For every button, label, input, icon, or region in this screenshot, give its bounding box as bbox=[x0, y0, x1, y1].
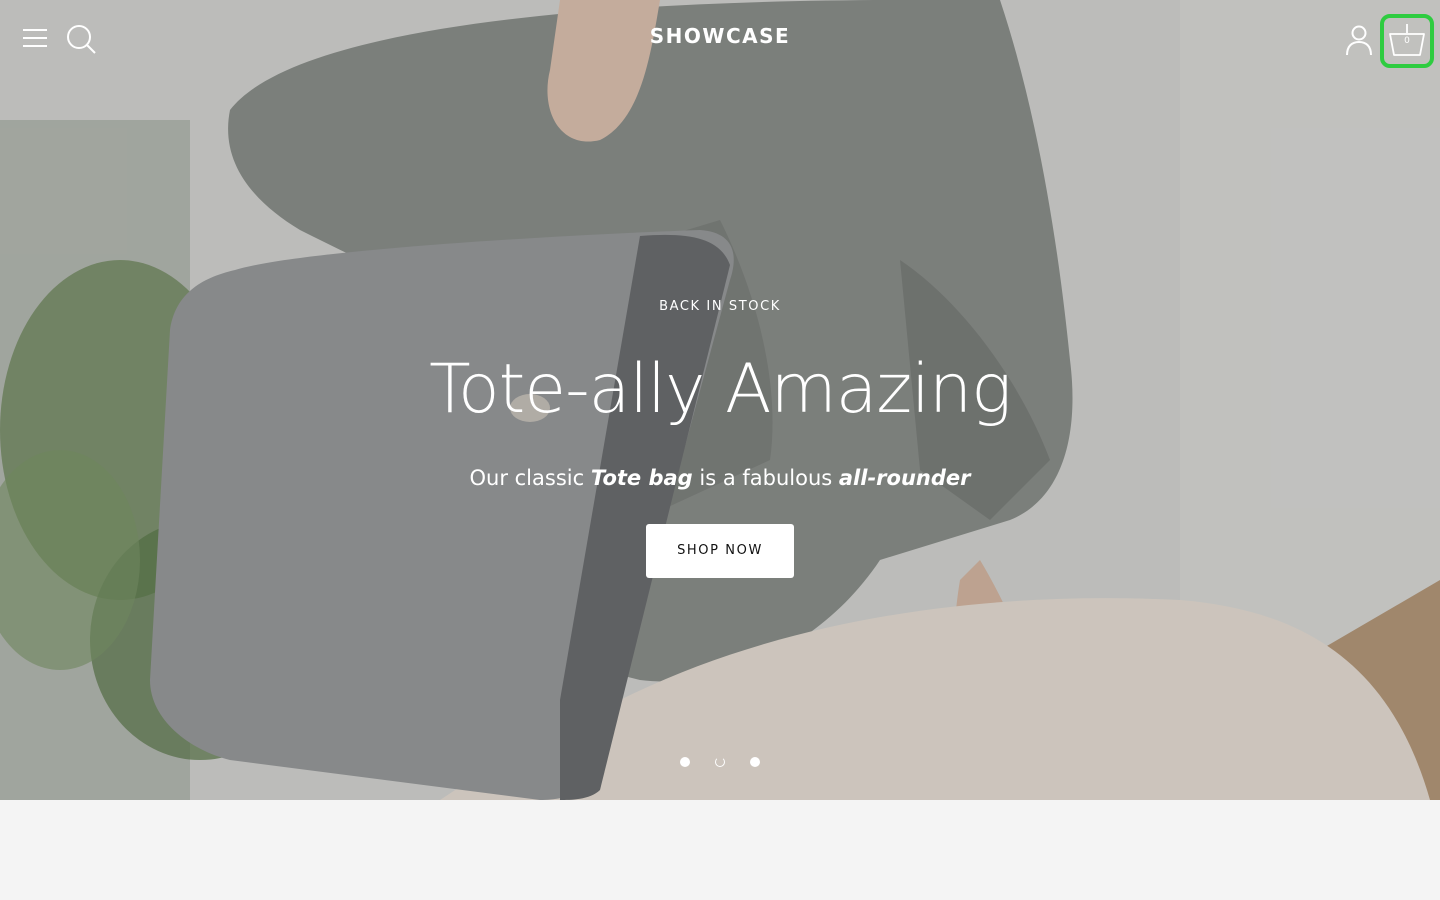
subline-text-2: is a fabulous bbox=[692, 466, 839, 490]
site-header: SHOWCASE 0 bbox=[0, 0, 1440, 80]
slide-dot-3[interactable] bbox=[750, 757, 760, 767]
search-icon bbox=[67, 25, 96, 54]
hero-eyebrow: BACK IN STOCK bbox=[659, 299, 781, 314]
subline-emphasis-2: all-rounder bbox=[838, 466, 971, 490]
subline-text-1: Our classic bbox=[469, 466, 591, 490]
slide-dot-1[interactable] bbox=[680, 757, 690, 767]
hero-headline: Tote-ally Amazing bbox=[429, 350, 1012, 429]
slide-dot-2-active[interactable] bbox=[715, 757, 725, 767]
site-logo[interactable]: SHOWCASE bbox=[570, 24, 870, 48]
search-button[interactable] bbox=[62, 20, 100, 58]
hero-content: BACK IN STOCK Tote-ally Amazing Our clas… bbox=[320, 296, 1120, 578]
user-account-icon bbox=[1346, 25, 1372, 56]
menu-button[interactable] bbox=[18, 22, 52, 54]
hamburger-menu-icon bbox=[23, 29, 47, 47]
hero-subline: Our classic Tote bag is a fabulous all-r… bbox=[320, 462, 1120, 494]
content-section bbox=[0, 800, 1440, 900]
subline-emphasis-1: Tote bag bbox=[590, 466, 693, 490]
shop-now-button[interactable]: SHOP NOW bbox=[646, 524, 794, 578]
account-button[interactable] bbox=[1340, 20, 1378, 60]
cart-count: 0 bbox=[1404, 36, 1410, 46]
cart-button[interactable]: 0 bbox=[1380, 14, 1434, 68]
slider-dots bbox=[670, 752, 770, 772]
